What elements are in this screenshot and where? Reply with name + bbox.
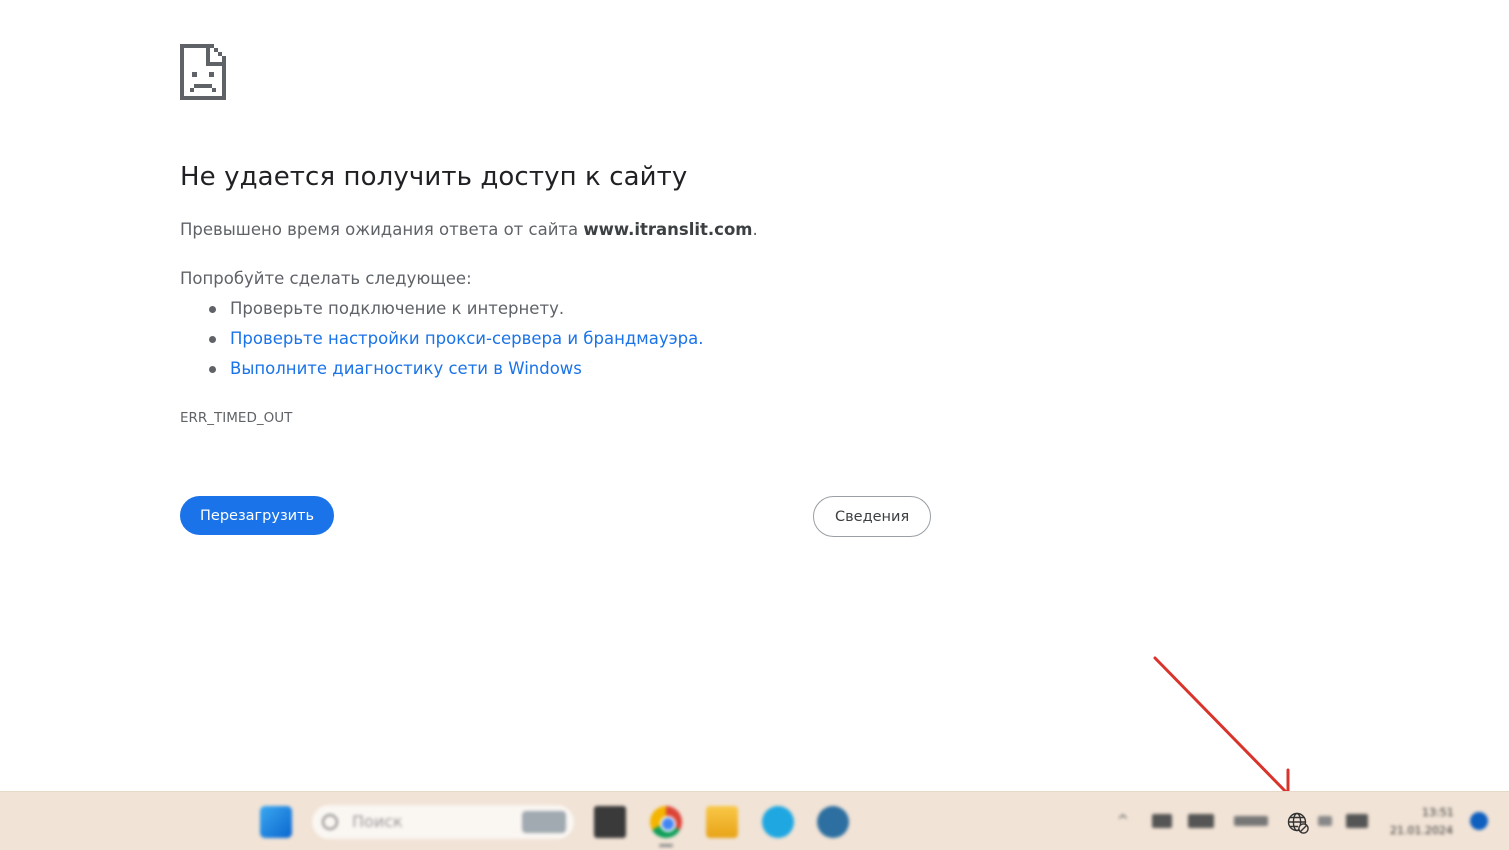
- suggestions-list: Проверьте подключение к интернету. Прове…: [180, 296, 703, 386]
- error-code: ERR_TIMED_OUT: [180, 410, 293, 426]
- red-annotation-arrow: [1153, 656, 1290, 798]
- volume-icon[interactable]: [1346, 814, 1368, 828]
- reload-button[interactable]: Перезагрузить: [180, 496, 335, 535]
- network-diagnostics-link[interactable]: Выполните диагностику сети в Windows: [230, 359, 582, 378]
- search-icon: [322, 814, 338, 830]
- sad-document-icon: [180, 44, 226, 100]
- site-hostname: www.itranslit.com: [583, 220, 753, 239]
- steam-icon[interactable]: [817, 806, 849, 838]
- globe-disconnected-icon[interactable]: [1286, 811, 1310, 835]
- task-view-icon[interactable]: [594, 806, 626, 838]
- suggestion-text: Проверьте подключение к интернету.: [230, 299, 565, 318]
- file-explorer-icon[interactable]: [706, 806, 738, 838]
- proxy-firewall-settings-link[interactable]: Проверьте настройки прокси-сервера и бра…: [230, 329, 703, 348]
- media-player-icon[interactable]: [762, 806, 794, 838]
- start-menu-icon[interactable]: [260, 806, 292, 838]
- search-placeholder: Поиск: [352, 812, 403, 831]
- search-highlight-icon: [522, 811, 566, 833]
- windows-taskbar: Поиск ^ 13:51 21.01.2024: [0, 791, 1509, 850]
- error-summary: Превышено время ожидания ответа от сайта…: [180, 220, 758, 239]
- suggestion-run-diagnostics: Выполните диагностику сети в Windows: [180, 356, 703, 386]
- language-indicator[interactable]: [1234, 816, 1268, 826]
- suggestions-heading: Попробуйте сделать следующее:: [180, 269, 472, 288]
- clock-time[interactable]: 13:51: [1422, 806, 1454, 819]
- tray-app-icon[interactable]: [1188, 814, 1214, 828]
- summary-prefix: Превышено время ожидания ответа от сайта: [180, 220, 584, 239]
- page-title: Не удается получить доступ к сайту: [180, 162, 688, 192]
- summary-suffix: .: [752, 220, 758, 239]
- tray-app-icon[interactable]: [1152, 814, 1172, 828]
- chrome-icon[interactable]: [650, 806, 682, 838]
- running-indicator: [659, 844, 673, 847]
- tray-app-icon[interactable]: [1318, 816, 1332, 826]
- clock-date[interactable]: 21.01.2024: [1390, 824, 1453, 837]
- suggestion-check-proxy: Проверьте настройки прокси-сервера и бра…: [180, 326, 703, 356]
- tray-overflow-chevron-icon[interactable]: ^: [1117, 813, 1129, 829]
- details-button[interactable]: Сведения: [813, 496, 932, 537]
- notification-badge-icon[interactable]: [1470, 812, 1488, 830]
- taskbar-search-box[interactable]: Поиск: [312, 805, 574, 839]
- suggestion-check-connection: Проверьте подключение к интернету.: [180, 296, 703, 326]
